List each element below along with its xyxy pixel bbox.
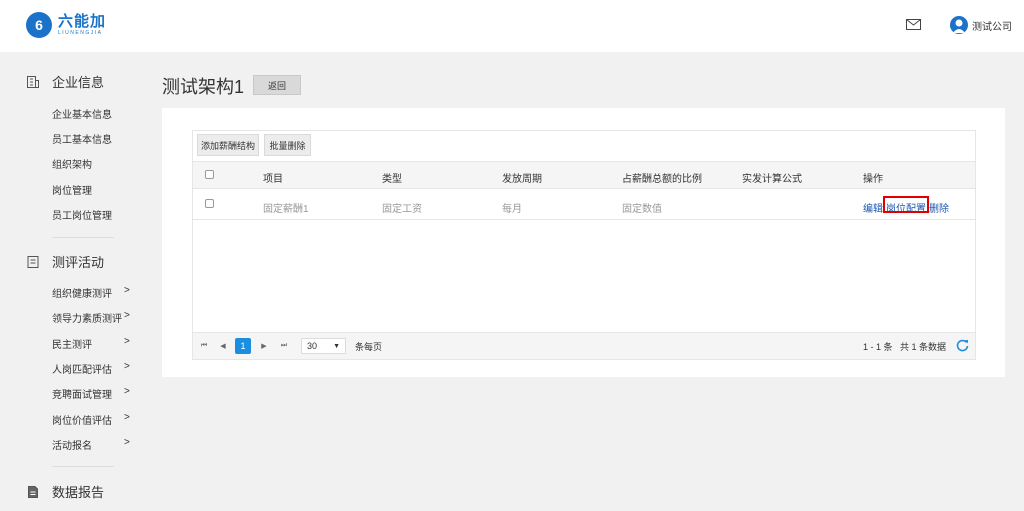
column-header-type[interactable]: 类型 bbox=[382, 170, 402, 185]
sidebar-item-position-value[interactable]: 岗位价值评估 bbox=[52, 412, 112, 427]
logo-subtitle: LIUNENGJIA bbox=[58, 30, 103, 36]
edit-link[interactable]: 编辑 bbox=[863, 200, 883, 215]
table-row bbox=[193, 190, 975, 220]
top-bar: 6 六能加 LIUNENGJIA 测试公司 bbox=[0, 0, 1024, 52]
sidebar-section-data-report[interactable]: 数据报告 bbox=[26, 482, 104, 501]
pagination-summary: 1 - 1 条 共 1 条数据 bbox=[863, 342, 947, 352]
page-size-value: 30 bbox=[307, 341, 318, 351]
logo-text: 六能加 LIUNENGJIA bbox=[58, 13, 107, 37]
chevron-right-icon: > bbox=[124, 361, 130, 372]
page-size-select[interactable]: 30 ▼ bbox=[301, 338, 346, 354]
sidebar-divider bbox=[52, 466, 114, 467]
avatar-icon bbox=[950, 16, 968, 34]
add-salary-structure-button[interactable]: 添加薪酬结构 bbox=[197, 134, 259, 156]
sidebar-item-person-job-match[interactable]: 人岗匹配评估 bbox=[52, 361, 112, 376]
sidebar-item-company-basic-info[interactable]: 企业基本信息 bbox=[52, 106, 112, 121]
column-header-item[interactable]: 项目 bbox=[263, 170, 283, 185]
user-menu[interactable]: 测试公司 bbox=[950, 16, 1012, 34]
mail-icon[interactable] bbox=[906, 19, 921, 30]
clipboard-icon bbox=[27, 255, 39, 268]
logo-mark-icon: 6 bbox=[26, 12, 52, 38]
sidebar-section-assessment[interactable]: 测评活动 bbox=[26, 252, 104, 271]
page-title: 测试架构1 bbox=[162, 77, 245, 97]
chevron-right-icon: > bbox=[124, 285, 130, 296]
cell-cycle: 每月 bbox=[502, 204, 522, 215]
column-header-cycle[interactable]: 发放周期 bbox=[502, 170, 542, 185]
first-page-icon[interactable]: ⏮ bbox=[196, 338, 212, 354]
logo[interactable]: 6 六能加 LIUNENGJIA bbox=[26, 12, 106, 38]
sidebar-section-label: 企业信息 bbox=[52, 75, 105, 90]
sidebar-item-interview-management[interactable]: 竞聘面试管理 bbox=[52, 386, 112, 401]
sidebar-section-label: 数据报告 bbox=[52, 485, 105, 500]
user-name: 测试公司 bbox=[972, 21, 1012, 33]
row-checkbox[interactable] bbox=[205, 199, 214, 208]
sidebar-section-label: 测评活动 bbox=[52, 255, 105, 270]
column-header-ratio[interactable]: 占薪酬总额的比例 bbox=[622, 170, 702, 185]
sidebar-item-org-health[interactable]: 组织健康测评 bbox=[52, 285, 112, 300]
sidebar-item-leadership[interactable]: 领导力素质测评 bbox=[52, 310, 122, 325]
chevron-right-icon: > bbox=[124, 412, 130, 423]
sidebar-item-democratic-assessment[interactable]: 民主测评 bbox=[52, 336, 92, 351]
cell-item: 固定薪酬1 bbox=[263, 204, 309, 215]
page-number-button[interactable]: 1 bbox=[235, 338, 251, 354]
last-page-icon[interactable]: ⏭ bbox=[276, 338, 292, 354]
cell-ratio: 固定数值 bbox=[622, 204, 662, 215]
sidebar-section-company-info[interactable]: 企业信息 bbox=[26, 72, 104, 91]
sidebar-item-activity-signup[interactable]: 活动报名 bbox=[52, 437, 92, 452]
logo-title: 六能加 bbox=[58, 13, 107, 30]
sidebar-divider bbox=[52, 237, 114, 238]
cell-type: 固定工资 bbox=[382, 204, 422, 215]
refresh-icon[interactable] bbox=[956, 339, 969, 352]
sidebar-item-employee-basic-info[interactable]: 员工基本信息 bbox=[52, 131, 112, 146]
batch-delete-button[interactable]: 批量删除 bbox=[264, 134, 311, 156]
sidebar-item-position-management[interactable]: 岗位管理 bbox=[52, 182, 92, 197]
delete-link[interactable]: 删除 bbox=[929, 200, 949, 215]
chevron-down-icon: ▼ bbox=[333, 342, 340, 350]
chevron-right-icon: > bbox=[124, 437, 130, 448]
highlight-box bbox=[883, 196, 929, 213]
column-header-actions: 操作 bbox=[863, 174, 883, 185]
column-header-formula[interactable]: 实发计算公式 bbox=[742, 170, 802, 185]
building-icon bbox=[27, 75, 39, 88]
chevron-right-icon: > bbox=[124, 386, 130, 397]
chevron-right-icon: > bbox=[124, 336, 130, 347]
table-header bbox=[193, 161, 975, 189]
per-page-label: 条每页 bbox=[355, 342, 383, 352]
next-page-icon[interactable]: ▶ bbox=[256, 338, 272, 354]
select-all-checkbox[interactable] bbox=[205, 170, 214, 179]
sidebar-item-org-structure[interactable]: 组织架构 bbox=[52, 156, 92, 171]
document-icon bbox=[28, 485, 38, 498]
back-button[interactable]: 返回 bbox=[253, 75, 301, 95]
chevron-right-icon: > bbox=[124, 310, 130, 321]
sidebar-item-employee-position-management[interactable]: 员工岗位管理 bbox=[52, 207, 112, 222]
prev-page-icon[interactable]: ◀ bbox=[215, 338, 231, 354]
